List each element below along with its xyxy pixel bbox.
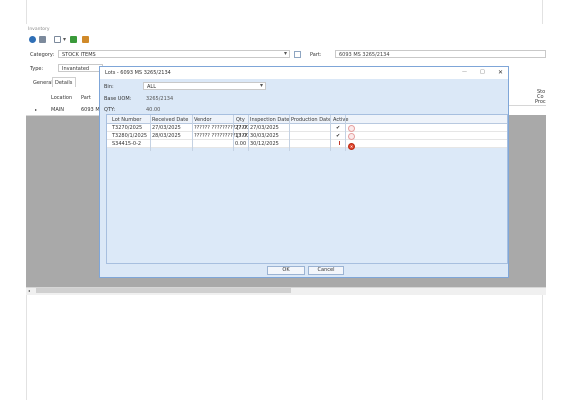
- col-divider: [150, 115, 151, 151]
- col-divider: [345, 115, 346, 151]
- type-value: Invantated: [62, 65, 90, 72]
- active-unchecked-box[interactable]: [339, 141, 340, 145]
- maximize-icon[interactable]: □: [480, 69, 485, 75]
- grid-col-right-3: Proc: [535, 99, 546, 105]
- minimize-icon[interactable]: —: [462, 69, 467, 75]
- download-icon[interactable]: [70, 36, 77, 43]
- cell-lot: T3280/1/2025: [112, 133, 148, 139]
- qty-value: 40.00: [146, 107, 161, 113]
- col-vendor[interactable]: Vendor: [194, 117, 212, 123]
- col-divider: [289, 115, 290, 151]
- remove-lot-icon[interactable]: [348, 125, 355, 132]
- delete-lot-icon[interactable]: ✕: [348, 143, 355, 150]
- bin-select[interactable]: ALL ▾: [143, 82, 266, 90]
- dialog-title: Lots - 6093 MS 3265/2134: [105, 70, 171, 76]
- base-uom-label: Base UOM:: [104, 96, 132, 102]
- col-qty[interactable]: Qty: [236, 117, 245, 123]
- scrollbar-thumb[interactable]: [36, 288, 291, 293]
- frame-right-border-top: [542, 0, 543, 24]
- category-select[interactable]: STOCK ITEMS ▾: [58, 50, 290, 58]
- row-pointer-icon: ▸: [35, 107, 38, 112]
- cancel-label: Cancel: [317, 267, 335, 273]
- col-received-date[interactable]: Received Date: [152, 117, 188, 123]
- qty-label: QTY:: [104, 107, 116, 113]
- cancel-button[interactable]: Cancel: [308, 266, 344, 275]
- col-divider: [192, 115, 193, 151]
- cell-received: 27/03/2025: [152, 125, 181, 131]
- grid-col-part: Part: [81, 95, 91, 101]
- cell-inspection: 27/03/2025: [250, 125, 279, 131]
- tab-details-label: Details: [55, 80, 73, 86]
- grid-col-location: Location: [51, 95, 73, 101]
- cell-qty: 0.00: [235, 141, 247, 147]
- bin-value: ALL: [147, 83, 156, 90]
- remove-lot-icon[interactable]: [348, 133, 355, 140]
- new-icon[interactable]: [54, 36, 61, 43]
- part-value: 6093 MS 3265/2134: [339, 51, 390, 58]
- col-divider: [248, 115, 249, 151]
- active-check-icon[interactable]: ✔: [336, 125, 340, 131]
- cell-lot: S34415-0-2: [112, 141, 142, 147]
- grid-cell-location: MAIN: [51, 107, 64, 113]
- dropdown-arrow-icon[interactable]: ▾: [63, 37, 66, 43]
- ok-label: OK: [282, 267, 290, 273]
- ok-button[interactable]: OK: [267, 266, 305, 275]
- part-label: Part:: [310, 52, 322, 58]
- upload-icon[interactable]: [82, 36, 89, 43]
- window-title: Invantory: [28, 27, 50, 32]
- type-label: Type:: [30, 66, 44, 72]
- bin-label: Bin:: [104, 84, 114, 90]
- cell-received: 28/03/2025: [152, 133, 181, 139]
- scroll-left-icon[interactable]: ◂: [28, 288, 30, 294]
- bin-chevron-down-icon: ▾: [260, 82, 264, 89]
- col-lot-number[interactable]: Lot Number: [112, 117, 141, 123]
- table-row[interactable]: T3280/1/2025 28/03/2025 ?????? ?????????…: [107, 132, 507, 140]
- info-icon[interactable]: [29, 36, 36, 43]
- category-value: STOCK ITEMS: [62, 51, 96, 58]
- type-field[interactable]: Invantated: [58, 64, 103, 72]
- category-label: Category:: [30, 52, 55, 58]
- table-row[interactable]: ▸ MAIN 6093 MS: [26, 105, 106, 116]
- table-row[interactable]: T3270/2025 27/03/2025 ?????? ????????? […: [107, 124, 507, 132]
- list-icon[interactable]: [39, 36, 46, 43]
- category-checkbox[interactable]: [294, 51, 301, 58]
- col-divider: [330, 115, 331, 151]
- col-inspection-date[interactable]: Inspection Date: [250, 117, 289, 123]
- col-divider: [233, 115, 234, 151]
- part-field[interactable]: 6093 MS 3265/2134: [335, 50, 546, 58]
- col-production-date[interactable]: Production Date: [291, 117, 331, 123]
- active-check-icon[interactable]: ✔: [336, 133, 340, 139]
- tab-general[interactable]: General: [33, 80, 53, 86]
- col-active[interactable]: Active: [333, 117, 348, 123]
- base-uom-value: 3265/2134: [146, 96, 174, 102]
- cell-inspection: 30/03/2025: [250, 133, 279, 139]
- close-icon[interactable]: ✕: [498, 69, 503, 76]
- table-row[interactable]: S34415-0-2 0.00 30/12/2025: [107, 140, 507, 148]
- cell-inspection: 30/12/2025: [250, 141, 279, 147]
- lots-table-header: Lot Number Received Date Vendor Qty Insp…: [107, 115, 507, 124]
- frame-right-border-bottom: [542, 294, 543, 400]
- chevron-down-icon: ▾: [284, 50, 288, 57]
- cell-lot: T3270/2025: [112, 125, 143, 131]
- dialog-titlebar: Lots - 6093 MS 3265/2134 — □ ✕: [100, 67, 508, 79]
